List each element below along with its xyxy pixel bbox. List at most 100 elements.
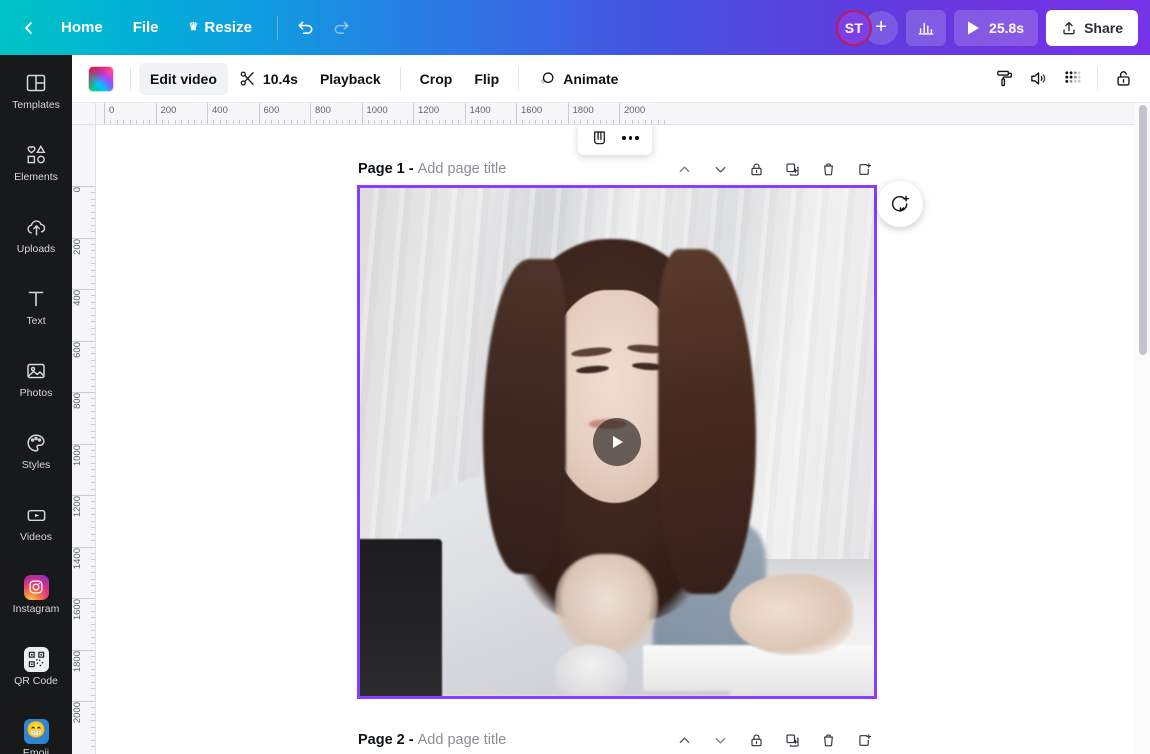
ruler-minor-tick xyxy=(91,301,95,303)
ruler-minor-tick xyxy=(322,120,324,124)
more-options-icon[interactable] xyxy=(618,125,644,151)
add-comment-icon[interactable] xyxy=(877,181,923,227)
toolbar-divider xyxy=(399,66,401,91)
vertical-scrollbar[interactable] xyxy=(1135,103,1150,754)
transparency-icon[interactable] xyxy=(1055,63,1089,95)
ruler-minor-tick xyxy=(264,120,266,124)
horizontal-ruler[interactable]: 0 200 400 600 800 1000 1200 1400 1600 1800 2000 xyxy=(96,103,1135,125)
speaker-icon[interactable] xyxy=(1021,63,1055,95)
ruler-minor-tick xyxy=(91,308,95,310)
canvas-page-1[interactable] xyxy=(357,185,877,699)
ruler-minor-tick xyxy=(168,120,170,124)
sidebar-item-text[interactable]: Text xyxy=(0,271,72,343)
playback-button[interactable]: Playback xyxy=(309,63,392,95)
duplicate-icon[interactable] xyxy=(778,156,806,182)
move-down-icon[interactable] xyxy=(706,156,734,182)
ruler-minor-tick xyxy=(149,120,151,124)
ruler-minor-tick xyxy=(599,120,601,124)
ruler-minor-tick xyxy=(91,713,95,715)
sidebar-item-photos[interactable]: Photos xyxy=(0,343,72,415)
ruler-minor-tick xyxy=(91,366,95,368)
animate-button[interactable]: Animate xyxy=(527,63,629,95)
upload-cloud-icon xyxy=(25,215,48,239)
sidebar-item-styles[interactable]: Styles xyxy=(0,415,72,487)
chevron-left-icon[interactable] xyxy=(12,11,46,45)
move-up-icon[interactable] xyxy=(670,727,698,753)
ruler-minor-tick xyxy=(393,120,395,124)
file-menu-button[interactable]: File xyxy=(120,11,172,45)
page-header-2: Page 2 - Add page title xyxy=(358,726,878,754)
move-down-icon[interactable] xyxy=(706,727,734,753)
ruler-minor-tick xyxy=(91,746,95,748)
sidebar-item-instagram[interactable]: Instagram xyxy=(0,559,72,631)
ruler-minor-tick xyxy=(174,120,176,124)
ruler-minor-tick xyxy=(91,565,95,567)
page-header-1: Page 1 - Add page title xyxy=(358,155,878,183)
ruler-minor-tick xyxy=(631,120,633,124)
sidebar-item-uploads[interactable]: Uploads xyxy=(0,199,72,271)
ruler-tick: 800 xyxy=(310,103,331,124)
ruler-minor-tick xyxy=(406,120,408,124)
lock-icon[interactable] xyxy=(742,156,770,182)
add-page-icon[interactable] xyxy=(850,727,878,753)
ruler-minor-tick xyxy=(91,231,95,233)
home-button[interactable]: Home xyxy=(48,11,116,45)
trim-duration-label: 10.4s xyxy=(262,70,298,87)
upload-icon xyxy=(1063,21,1075,34)
rainbow-color-swatch[interactable] xyxy=(88,65,114,92)
ruler-minor-tick xyxy=(561,120,563,124)
scrollbar-thumb[interactable] xyxy=(1139,105,1147,355)
ruler-minor-tick xyxy=(91,359,95,361)
sidebar-item-label: Photos xyxy=(19,387,53,400)
ruler-minor-tick xyxy=(374,120,376,124)
avatar[interactable]: ST xyxy=(836,9,873,46)
ruler-minor-tick xyxy=(483,120,485,124)
ruler-minor-tick xyxy=(181,120,183,124)
lock-open-icon[interactable] xyxy=(1106,63,1140,95)
flip-button[interactable]: Flip xyxy=(463,63,510,95)
ruler-tick: 400 xyxy=(72,289,95,310)
video-element[interactable] xyxy=(360,188,874,696)
ruler-minor-tick xyxy=(142,120,144,124)
share-label: Share xyxy=(1084,19,1123,36)
undo-icon[interactable] xyxy=(288,11,324,45)
bar-chart-icon[interactable] xyxy=(906,9,947,46)
ruler-minor-tick xyxy=(593,120,595,124)
toolbar-divider xyxy=(518,66,520,91)
ruler-minor-tick xyxy=(252,120,254,124)
delete-icon[interactable] xyxy=(814,727,842,753)
redo-icon[interactable] xyxy=(324,11,360,45)
sidebar-item-templates[interactable]: Templates xyxy=(0,55,72,127)
ruler-minor-tick xyxy=(91,520,95,522)
lock-icon[interactable] xyxy=(742,727,770,753)
move-up-icon[interactable] xyxy=(670,156,698,182)
ruler-minor-tick xyxy=(91,559,95,561)
sidebar-item-emoji[interactable]: 😁 Emoji xyxy=(0,703,72,754)
play-icon[interactable] xyxy=(593,418,641,466)
sidebar-item-elements[interactable]: Elements xyxy=(0,127,72,199)
paint-roller-icon[interactable] xyxy=(987,63,1021,95)
edit-video-button[interactable]: Edit video xyxy=(139,62,228,95)
delete-icon[interactable] xyxy=(814,156,842,182)
crop-label: Crop xyxy=(419,70,453,87)
ruler-minor-tick xyxy=(91,398,95,400)
vertical-ruler[interactable]: 0 200 400 600 800 1000 1200 1400 1600 1800 2000 xyxy=(72,125,96,754)
sidebar-item-label: Uploads xyxy=(16,243,56,256)
trim-video-button[interactable]: 10.4s xyxy=(228,63,309,95)
sidebar-item-qr-code[interactable]: QR Code xyxy=(0,631,72,703)
ruler-minor-tick xyxy=(445,120,447,124)
ruler-tick: 600 xyxy=(258,103,279,124)
ruler-minor-tick xyxy=(277,120,279,124)
resize-button[interactable]: ♛ Resize xyxy=(176,11,265,45)
ruler-minor-tick xyxy=(91,263,95,265)
share-button[interactable]: Share xyxy=(1046,9,1138,46)
sidebar-item-videos[interactable]: Videos xyxy=(0,487,72,559)
add-page-icon[interactable] xyxy=(850,156,878,182)
preview-play-button[interactable]: 25.8s xyxy=(954,9,1039,46)
duplicate-icon[interactable] xyxy=(778,727,806,753)
page-title-input[interactable]: Add page title xyxy=(418,161,507,177)
ruler-minor-tick xyxy=(91,707,95,709)
split-columns-icon[interactable] xyxy=(587,125,613,151)
page-title-input[interactable]: Add page title xyxy=(418,732,507,748)
crop-button[interactable]: Crop xyxy=(409,63,464,95)
